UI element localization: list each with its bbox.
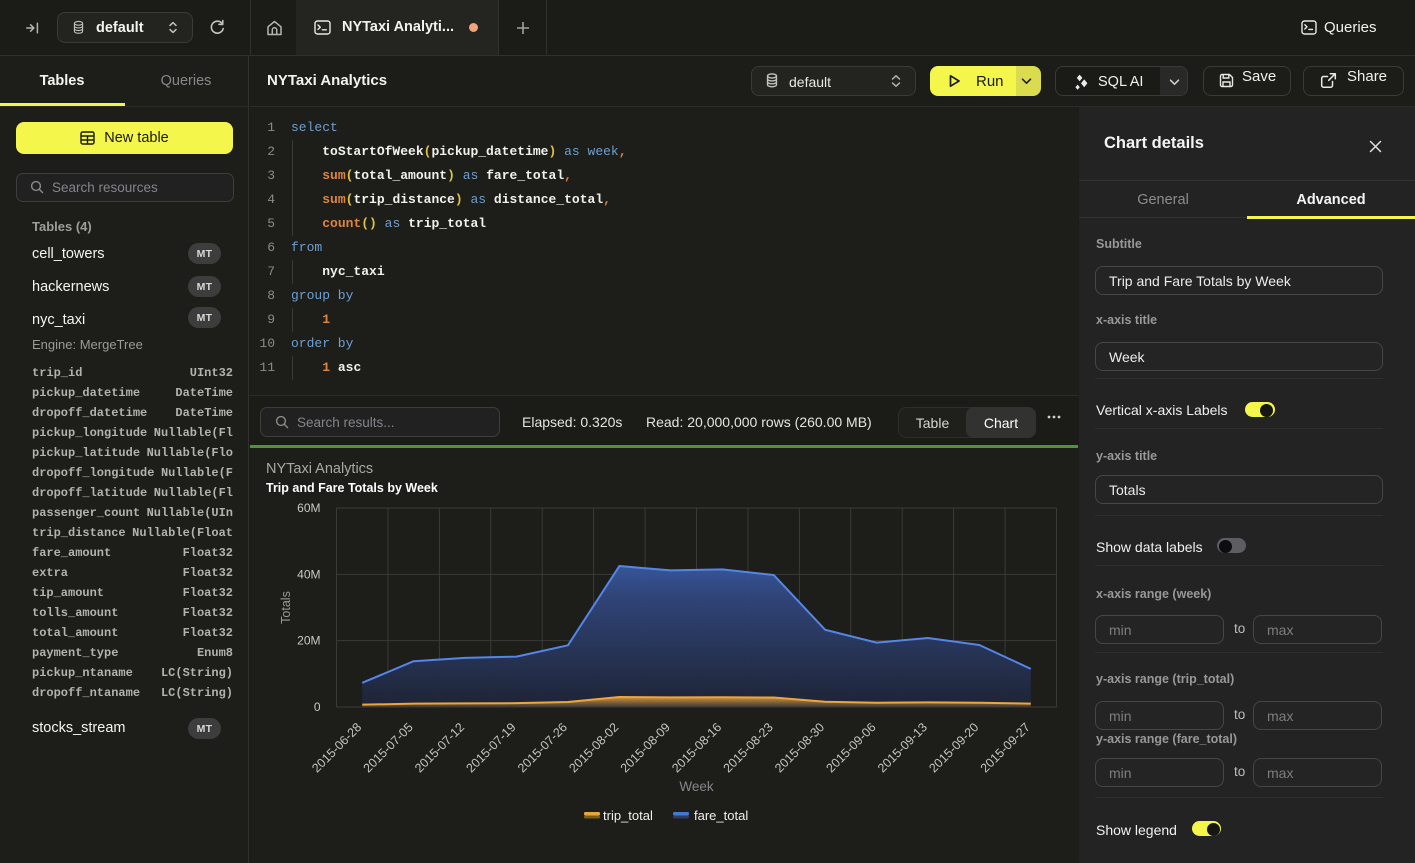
svg-text:20M: 20M	[297, 634, 320, 648]
svg-text:2015-09-13: 2015-09-13	[875, 720, 930, 775]
svg-text:2015-07-19: 2015-07-19	[464, 720, 519, 775]
svg-text:2015-08-23: 2015-08-23	[721, 720, 776, 775]
svg-text:trip_total: trip_total	[603, 808, 653, 823]
svg-text:2015-09-20: 2015-09-20	[926, 720, 981, 775]
svg-text:2015-08-30: 2015-08-30	[772, 720, 827, 775]
svg-text:2015-08-02: 2015-08-02	[566, 720, 621, 775]
svg-text:2015-07-05: 2015-07-05	[361, 720, 416, 775]
svg-text:2015-08-16: 2015-08-16	[669, 720, 724, 775]
svg-text:0: 0	[314, 700, 321, 714]
svg-text:2015-07-12: 2015-07-12	[412, 720, 467, 775]
svg-text:fare_total: fare_total	[694, 808, 748, 823]
svg-text:2015-06-28: 2015-06-28	[309, 720, 364, 775]
svg-text:2015-09-06: 2015-09-06	[824, 720, 879, 775]
svg-text:2015-07-26: 2015-07-26	[515, 720, 570, 775]
svg-text:60M: 60M	[297, 501, 320, 515]
svg-text:40M: 40M	[297, 567, 320, 581]
svg-text:Week: Week	[679, 779, 714, 794]
svg-text:2015-08-09: 2015-08-09	[618, 720, 673, 775]
svg-text:2015-09-27: 2015-09-27	[978, 720, 1033, 775]
svg-text:Totals: Totals	[279, 591, 293, 624]
